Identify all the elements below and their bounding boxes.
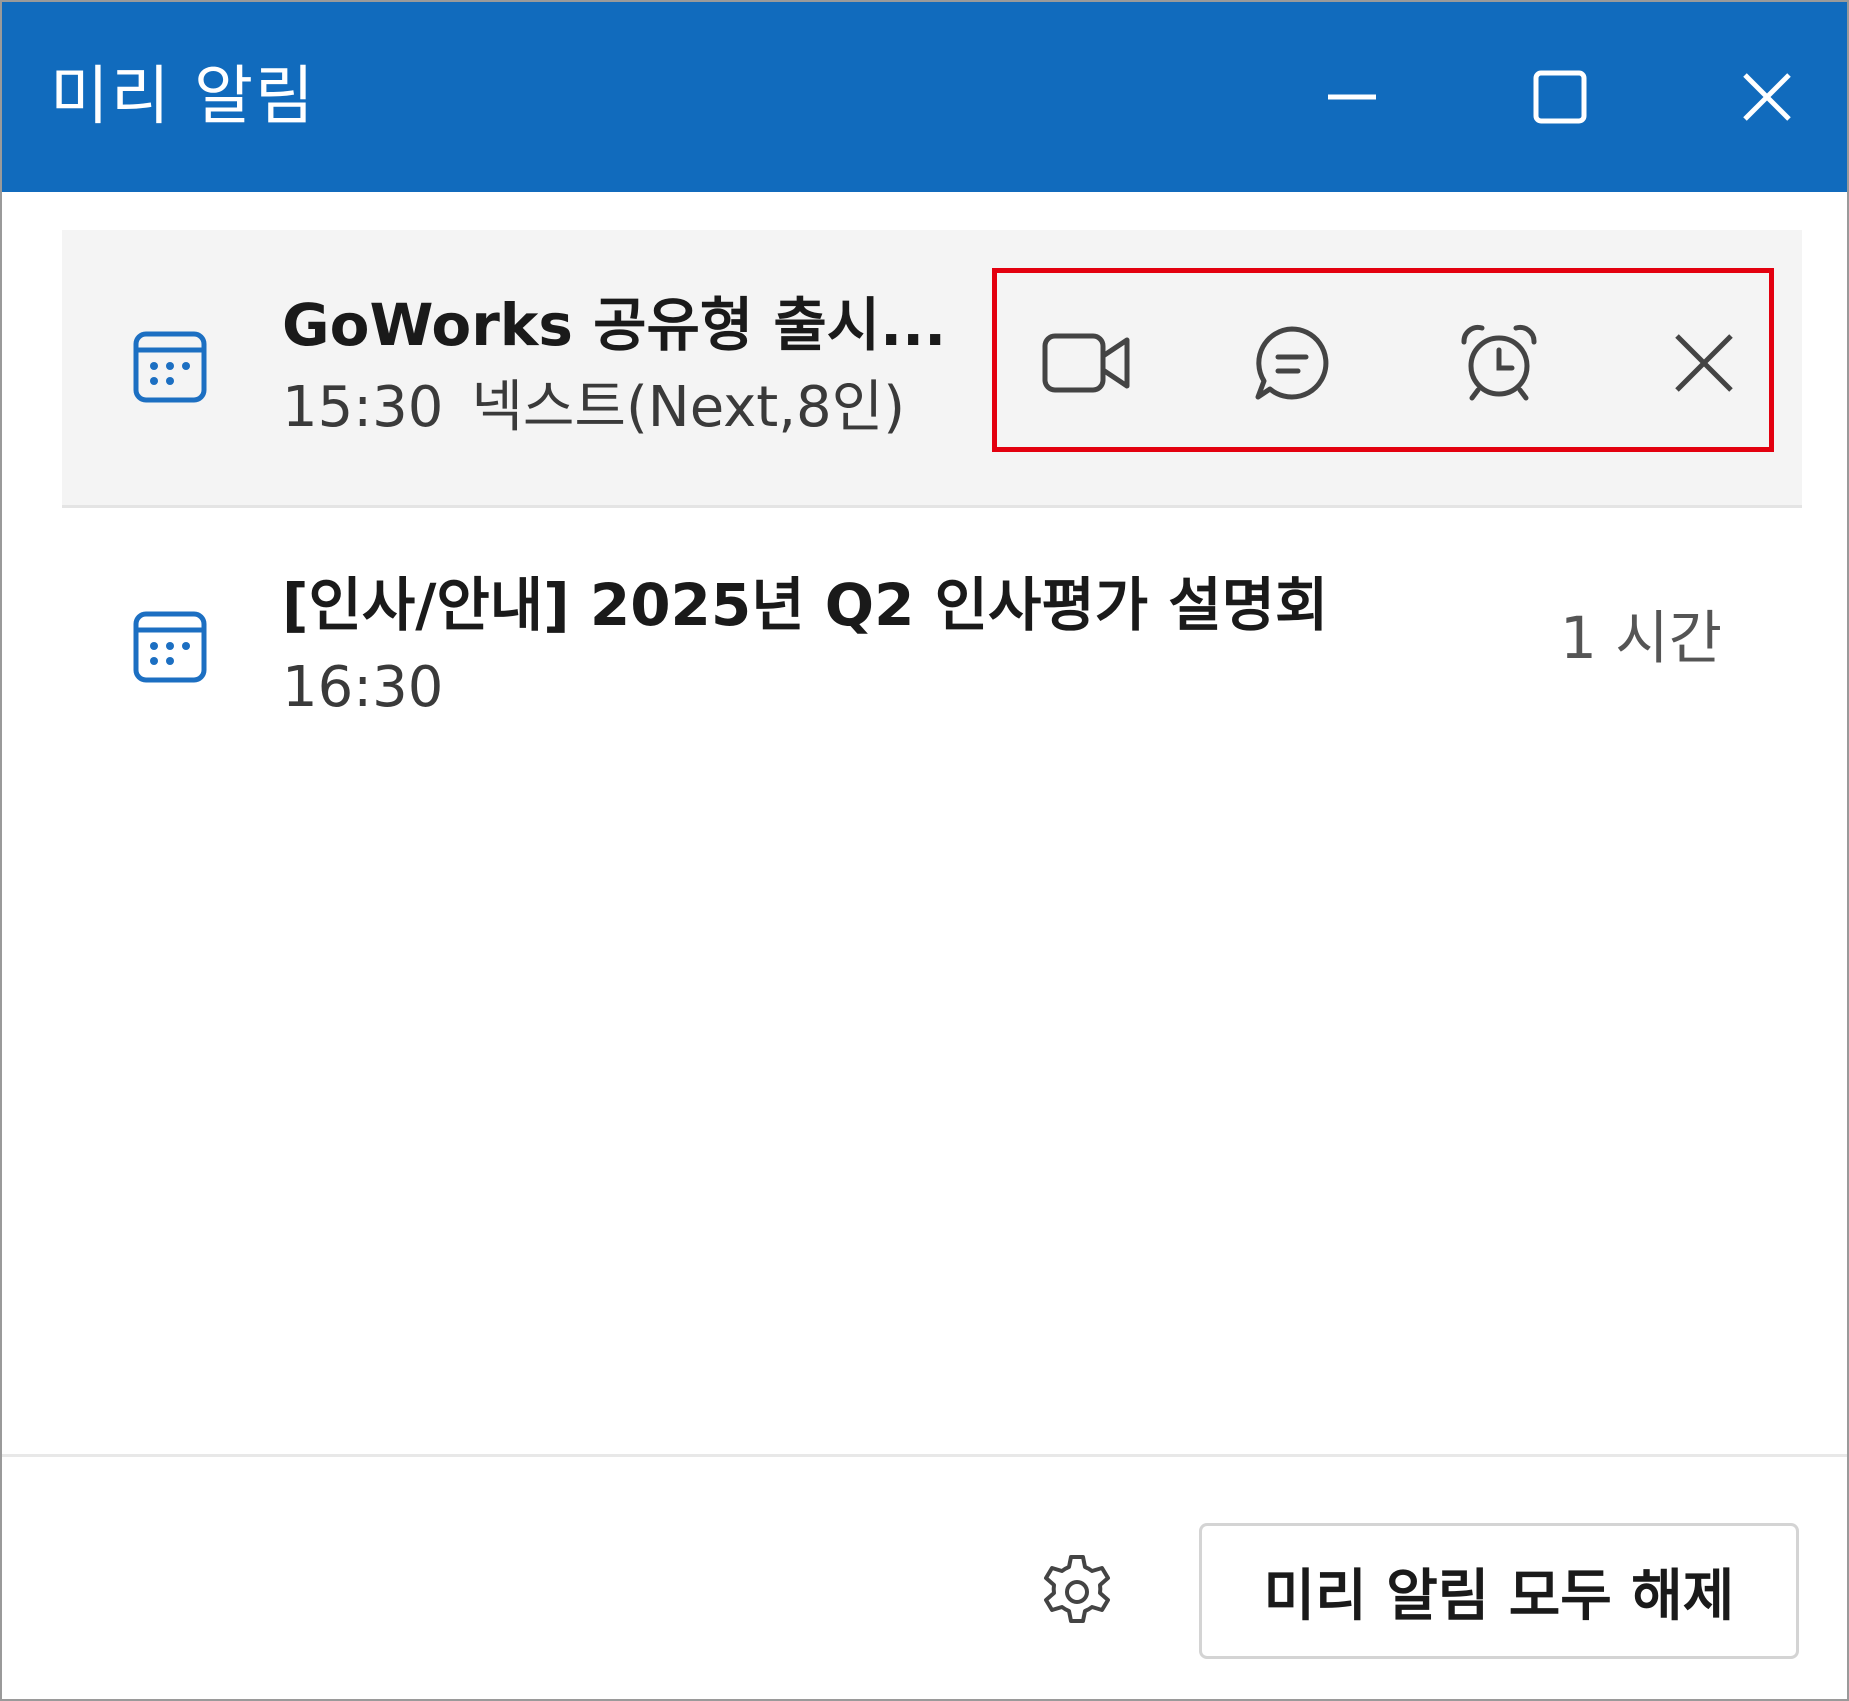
- gear-icon: [1044, 1555, 1110, 1623]
- join-video-button[interactable]: [1037, 313, 1137, 413]
- minimize-button[interactable]: [1302, 47, 1402, 147]
- maximize-icon: [1533, 70, 1587, 124]
- reminders-window: 미리 알림 GoWorks 공유형 출시... 15:30 넥스트(Next,8…: [0, 0, 1849, 1701]
- chat-button[interactable]: [1242, 313, 1342, 413]
- dismiss-icon: [1675, 334, 1733, 392]
- reminder-actions-highlight: [992, 268, 1774, 452]
- window-title: 미리 알림: [50, 60, 316, 134]
- close-window-button[interactable]: [1717, 47, 1817, 147]
- dismiss-reminder-button[interactable]: [1654, 313, 1754, 413]
- reminder-time: 16:30: [282, 655, 444, 720]
- close-icon: [1743, 73, 1791, 121]
- footer-divider: [2, 1454, 1847, 1457]
- reminder-location: 넥스트(Next,8인): [471, 375, 906, 440]
- reminder-due-label: 1 시간: [1559, 604, 1722, 672]
- title-bar: 미리 알림: [2, 2, 1847, 192]
- chat-icon: [1255, 326, 1329, 400]
- settings-button[interactable]: [1032, 1547, 1122, 1637]
- reminder-time: 15:30: [282, 375, 444, 440]
- reminder-subtitle: 15:30 넥스트(Next,8인): [282, 368, 905, 448]
- calendar-icon: [133, 331, 207, 403]
- reminder-item-goworks[interactable]: GoWorks 공유형 출시... 15:30 넥스트(Next,8인): [62, 230, 1802, 508]
- snooze-alarm-icon: [1461, 324, 1537, 401]
- dismiss-all-button[interactable]: 미리 알림 모두 해제: [1199, 1523, 1799, 1659]
- snooze-button[interactable]: [1449, 313, 1549, 413]
- calendar-icon: [133, 611, 207, 683]
- minimize-icon: [1328, 94, 1376, 100]
- reminder-title: [인사/안내] 2025년 Q2 인사평가 설명회: [282, 571, 1329, 639]
- reminder-item-hr-briefing[interactable]: [인사/안내] 2025년 Q2 인사평가 설명회 16:30 1 시간: [62, 510, 1802, 785]
- video-call-icon: [1042, 333, 1130, 393]
- reminder-title: GoWorks 공유형 출시...: [282, 291, 947, 359]
- maximize-button[interactable]: [1510, 47, 1610, 147]
